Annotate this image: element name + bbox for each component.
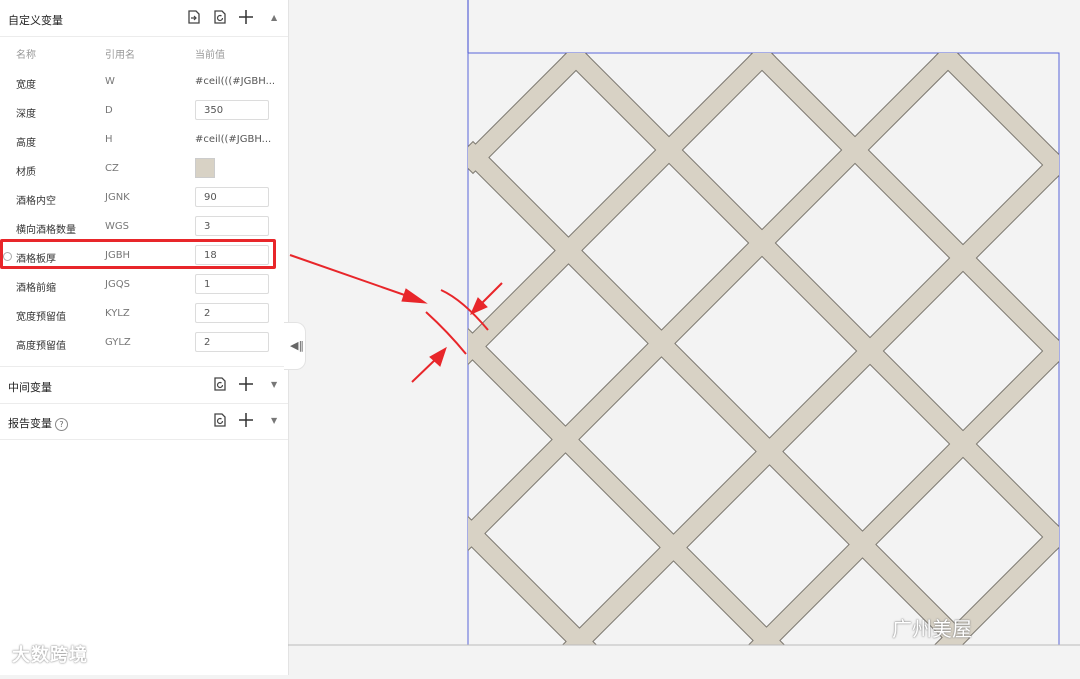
- variable-ref: H: [105, 134, 113, 145]
- column-header-name: 名称: [16, 50, 36, 61]
- variable-row[interactable]: 横向酒格数量 WGS 3: [0, 213, 288, 242]
- variable-name: 酒格内空: [16, 196, 56, 207]
- refresh-icon[interactable]: [211, 411, 229, 429]
- variable-row[interactable]: 酒格前缩 JGQS 1: [0, 271, 288, 300]
- variable-ref: D: [105, 105, 113, 116]
- variable-value-input[interactable]: 350: [195, 100, 269, 120]
- watermark-left: 大数跨境: [12, 645, 88, 666]
- variable-name: 高度: [16, 138, 36, 149]
- collapse-caret-icon[interactable]: ▲: [271, 13, 277, 22]
- report-variables-title: 报告变量?: [8, 415, 68, 431]
- variable-value-input[interactable]: 90: [195, 187, 269, 207]
- custom-variables-header[interactable]: 自定义变量 ▲: [0, 0, 288, 37]
- report-variables-label: 报告变量: [8, 417, 52, 430]
- material-swatch[interactable]: [195, 158, 215, 178]
- variable-ref: CZ: [105, 163, 119, 174]
- variable-name: 宽度: [16, 80, 36, 91]
- add-icon[interactable]: [237, 8, 255, 26]
- import-icon[interactable]: [185, 8, 203, 26]
- canvas-drawing: [288, 0, 1080, 646]
- variable-value-input[interactable]: 2: [195, 332, 269, 352]
- refresh-icon[interactable]: [211, 375, 229, 393]
- highlight-box: [0, 239, 276, 269]
- refresh-icon[interactable]: [211, 8, 229, 26]
- variable-ref: GYLZ: [105, 337, 131, 348]
- middle-variables-title: 中间变量: [8, 381, 52, 394]
- variable-row[interactable]: 深度 D 350: [0, 97, 288, 126]
- variable-name: 酒格前缩: [16, 283, 56, 294]
- add-icon[interactable]: [237, 375, 255, 393]
- design-canvas[interactable]: [288, 0, 1080, 675]
- variable-ref: WGS: [105, 221, 129, 232]
- middle-variables-header[interactable]: 中间变量 ▼: [0, 366, 288, 404]
- variable-ref: W: [105, 76, 115, 87]
- add-icon[interactable]: [237, 411, 255, 429]
- variable-row[interactable]: 酒格内空 JGNK 90: [0, 184, 288, 213]
- variable-ref: KYLZ: [105, 308, 130, 319]
- variable-name: 深度: [16, 109, 36, 120]
- variable-value-input[interactable]: 1: [195, 274, 269, 294]
- column-header-value: 当前值: [195, 50, 225, 61]
- variable-row[interactable]: 高度预留值 GYLZ 2: [0, 329, 288, 358]
- variable-row[interactable]: 宽度 W #ceil(((#JGBH...: [0, 68, 288, 97]
- expand-caret-icon[interactable]: ▼: [271, 416, 277, 425]
- variable-name: 宽度预留值: [16, 312, 66, 323]
- watermark-right: 广州美屋: [892, 617, 972, 641]
- variables-panel: 自定义变量 ▲ 名称 引用名 当前值 宽度 W #ceil(((#JGBH...…: [0, 0, 289, 675]
- variable-row[interactable]: 高度 H #ceil((#JGBH...: [0, 126, 288, 155]
- variable-row[interactable]: 材质 CZ: [0, 155, 288, 184]
- variable-value[interactable]: #ceil(((#JGBH...: [195, 76, 275, 87]
- expand-caret-icon[interactable]: ▼: [271, 380, 277, 389]
- column-header-ref: 引用名: [105, 50, 135, 61]
- variable-name: 横向酒格数量: [16, 225, 76, 236]
- help-icon[interactable]: ?: [55, 417, 68, 431]
- report-variables-header[interactable]: 报告变量? ▼: [0, 403, 288, 440]
- wine-rack-frame: [467, 52, 1060, 646]
- variable-name: 高度预留值: [16, 341, 66, 352]
- variable-ref: JGQS: [105, 279, 130, 290]
- variable-value-input[interactable]: 2: [195, 303, 269, 323]
- variable-ref: JGNK: [105, 192, 130, 203]
- variable-name: 材质: [16, 167, 36, 178]
- variable-row[interactable]: 宽度预留值 KYLZ 2: [0, 300, 288, 329]
- variable-value-input[interactable]: 3: [195, 216, 269, 236]
- variable-value[interactable]: #ceil((#JGBH...: [195, 134, 275, 145]
- custom-variables-title: 自定义变量: [8, 14, 63, 27]
